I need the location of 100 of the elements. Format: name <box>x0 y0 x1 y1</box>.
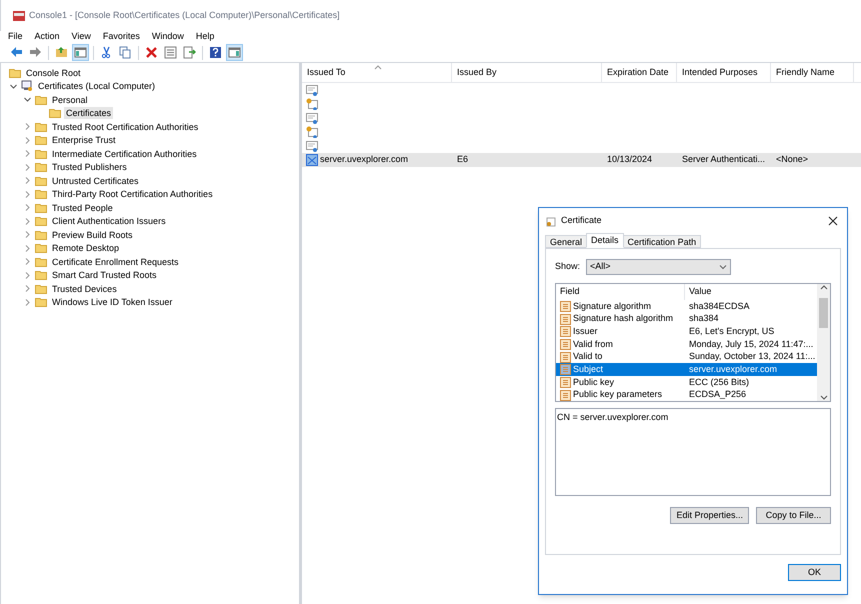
folder-icon <box>35 215 47 228</box>
field-icon <box>560 338 571 350</box>
pane-toggle-icon <box>74 46 87 59</box>
tree-item[interactable]: Client Authentication Issuers <box>50 215 168 228</box>
menu-item[interactable]: View <box>72 30 91 44</box>
chevron-right-icon[interactable] <box>23 270 32 280</box>
chevron-right-icon[interactable] <box>23 284 32 294</box>
export-icon <box>183 46 196 59</box>
selected-row-highlight[interactable]: Subject server.uvexplorer.com <box>556 363 817 376</box>
chevron-right-icon[interactable] <box>23 136 32 145</box>
certificate-icon <box>306 112 318 124</box>
tab[interactable]: Certification Path <box>622 235 702 248</box>
chevron-right-icon[interactable] <box>23 230 32 240</box>
field-icon <box>560 376 571 388</box>
field-name: Public key parameters <box>573 388 662 401</box>
table-row-highlight[interactable]: server.uvexplorer.com E6 10/13/2024 Server Authenticati... <None> <box>302 153 861 167</box>
tree-item[interactable]: Trusted Root Certification Authorities <box>50 120 200 133</box>
close-icon <box>828 216 838 226</box>
chevron-right-icon[interactable] <box>23 176 32 186</box>
chevron-right-icon[interactable] <box>23 122 32 132</box>
properties-icon <box>164 46 177 59</box>
tree-item[interactable]: Third-Party Root Certification Authorities <box>50 188 215 200</box>
menu-item[interactable]: Action <box>34 30 60 44</box>
column-header[interactable]: Field <box>556 284 685 300</box>
folder-icon <box>35 188 47 200</box>
chevron-down-icon[interactable] <box>9 82 18 91</box>
tree-item[interactable]: Windows Live ID Token Issuer <box>50 296 174 308</box>
scrollbar-thumb[interactable] <box>819 298 828 328</box>
chevron-right-icon[interactable] <box>23 162 32 172</box>
tree-item[interactable]: Remote Desktop <box>50 242 122 254</box>
pane-toggle-button[interactable] <box>226 44 243 61</box>
tree-item[interactable]: Intermediate Certification Authorities <box>50 148 199 160</box>
help-button[interactable] <box>207 44 224 61</box>
column-header[interactable]: Issued By <box>452 63 602 82</box>
field-value: ECC (256 Bits) <box>688 376 750 389</box>
folder-icon <box>35 134 47 146</box>
table-cell-text: Server Authenticati... <box>682 153 766 166</box>
detail-box[interactable]: CN = server.uvexplorer.com <box>555 408 831 496</box>
column-header[interactable]: Friendly Name <box>771 63 854 82</box>
show-label: Show: <box>555 260 580 273</box>
column-header[interactable]: Expiration Date <box>602 63 677 82</box>
column-header[interactable]: Issued To <box>302 63 452 82</box>
field-icon <box>560 314 571 325</box>
chevron-right-icon[interactable] <box>23 203 32 212</box>
ok-button[interactable]: OK <box>788 564 841 581</box>
close-button[interactable] <box>826 214 840 228</box>
menu-item[interactable]: File <box>8 30 23 44</box>
scroll-up-icon <box>820 284 828 292</box>
field-name: Signature hash algorithm <box>573 312 674 326</box>
export-button[interactable] <box>181 44 198 61</box>
tree-item[interactable]: Certificates (Local Computer) <box>36 80 158 92</box>
tree-item[interactable]: Untrusted Certificates <box>50 174 141 187</box>
field-value: E6, Let's Encrypt, US <box>688 324 774 338</box>
tree-item[interactable]: Trusted People <box>50 202 115 214</box>
dialog-title: Certificate <box>561 214 603 228</box>
window-title: Console1 - [Console Root\Certificates (Local Computer)\Personal\Certificates] <box>29 8 340 22</box>
menu-item[interactable]: Help <box>196 30 214 44</box>
pane-toggle-button[interactable] <box>72 44 89 61</box>
column-header[interactable]: Intended Purposes <box>677 63 771 82</box>
tree-item[interactable]: Certificates <box>64 107 114 120</box>
field-name: Valid from <box>573 338 613 351</box>
field-icon <box>560 326 571 338</box>
chevron-right-icon[interactable] <box>23 244 32 253</box>
tree-item[interactable]: Certificate Enrollment Requests <box>50 256 181 268</box>
field-name: Public key <box>573 376 614 389</box>
tab[interactable]: General <box>545 235 588 248</box>
properties-button[interactable] <box>162 44 179 61</box>
tree-item[interactable]: Preview Build Roots <box>50 228 135 241</box>
chevron-right-icon[interactable] <box>23 216 32 226</box>
folder-icon <box>35 148 47 160</box>
pane-toggle-icon <box>228 46 241 59</box>
column-header[interactable]: Value <box>685 284 817 300</box>
tree-item[interactable]: Trusted Devices <box>50 282 119 295</box>
dialog-button[interactable]: Edit Properties... <box>670 507 749 524</box>
chevron-right-icon[interactable] <box>23 190 32 199</box>
show-dropdown[interactable]: <All> <box>586 258 732 274</box>
field-icon <box>560 364 571 376</box>
tree-item[interactable]: Smart Card Trusted Roots <box>50 269 159 282</box>
menu-item[interactable]: Window <box>152 30 184 44</box>
tree-item[interactable]: Trusted Publishers <box>50 161 129 174</box>
app-icon <box>13 10 25 22</box>
tree-item[interactable]: Enterprise Trust <box>50 134 118 146</box>
certificate-icon <box>546 216 556 226</box>
certificate-icon <box>306 154 318 166</box>
chevron-down-icon[interactable] <box>23 95 32 104</box>
folder-icon <box>35 296 47 308</box>
menu-item[interactable]: Favorites <box>102 30 140 44</box>
tree-item[interactable]: Personal <box>50 94 90 106</box>
folder-icon <box>35 94 47 106</box>
field-list[interactable] <box>555 283 831 402</box>
chevron-right-icon[interactable] <box>23 149 32 158</box>
scissors-icon <box>100 46 113 59</box>
dialog-button[interactable]: Copy to File... <box>756 507 831 524</box>
chevron-right-icon[interactable] <box>23 298 32 307</box>
chevron-right-icon[interactable] <box>23 257 32 266</box>
field-value: ECDSA_P256 <box>688 388 746 401</box>
tab[interactable]: Details <box>586 233 624 248</box>
folder-icon <box>35 161 47 174</box>
tree-item[interactable]: Console Root <box>24 66 83 79</box>
field-icon <box>560 390 571 401</box>
